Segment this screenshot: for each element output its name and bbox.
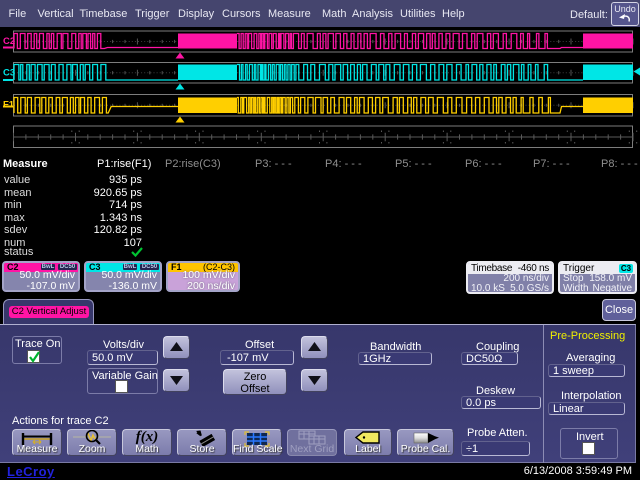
svg-text:C3: C3 [3, 68, 15, 79]
svg-text:C2: C2 [3, 36, 15, 47]
svg-text:F1: F1 [3, 100, 15, 111]
